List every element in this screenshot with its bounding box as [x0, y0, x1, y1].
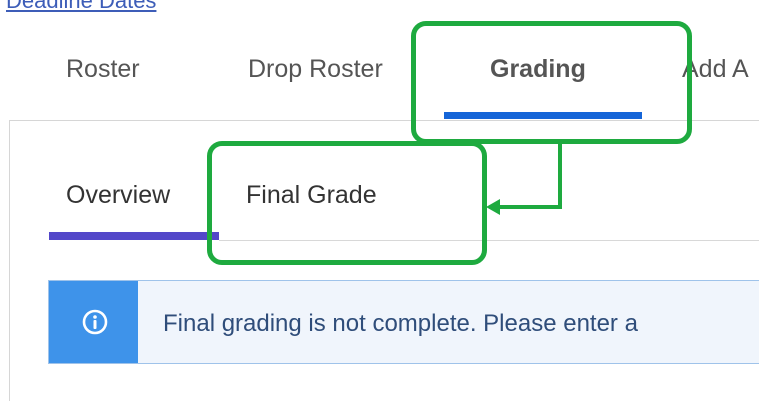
tab-roster[interactable]: Roster [66, 55, 140, 84]
tab-add[interactable]: Add A [682, 55, 749, 84]
alert-message: Final grading is not complete. Please en… [163, 310, 638, 337]
grading-tab-highlight [411, 21, 692, 144]
alert-icon-box [49, 281, 138, 363]
final-grade-highlight [207, 141, 487, 265]
deadline-dates-link[interactable]: Deadline Dates [6, 0, 156, 14]
final-grading-alert: Final grading is not complete. Please en… [48, 280, 759, 364]
subtab-overview[interactable]: Overview [66, 181, 170, 210]
tab-drop-roster[interactable]: Drop Roster [248, 55, 383, 84]
active-subtab-indicator [49, 232, 219, 240]
info-icon [82, 309, 108, 335]
